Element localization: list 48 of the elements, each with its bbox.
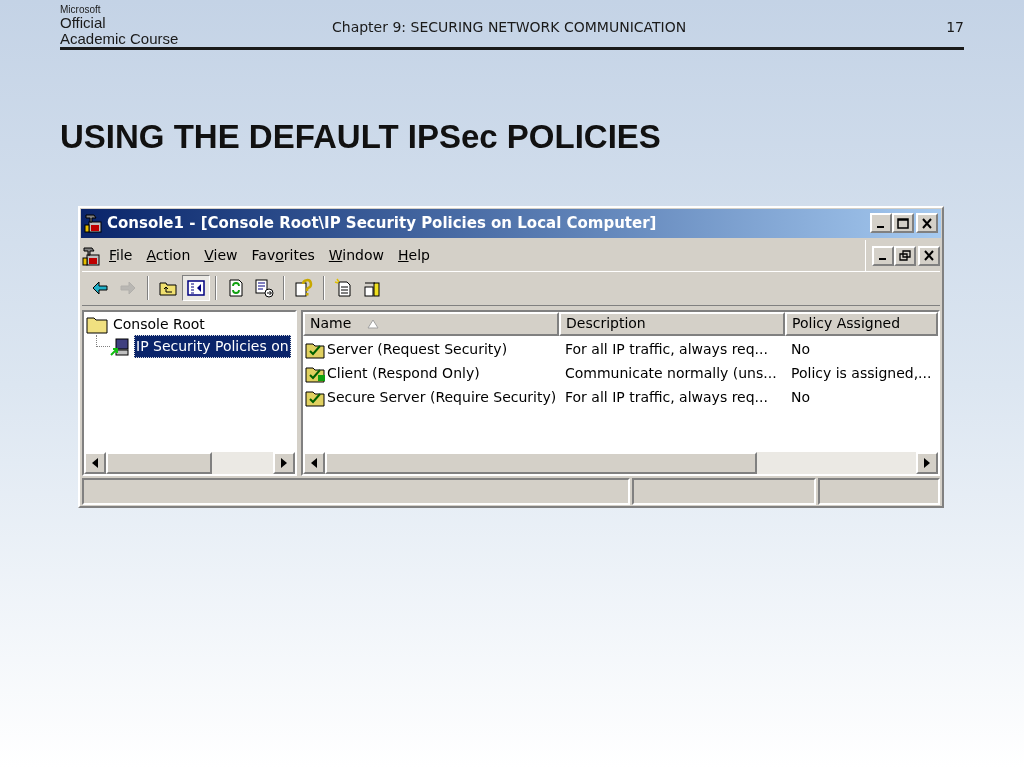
- course-logo: Microsoft Official Academic Course: [60, 5, 180, 47]
- horizontal-scrollbar[interactable]: [303, 451, 938, 474]
- scroll-right-icon: [924, 457, 930, 468]
- restore-icon: [899, 250, 911, 261]
- table-cell-text: For all IP traffic, always req...: [564, 340, 769, 359]
- sort-arrow-icon: [367, 318, 380, 329]
- restore-button[interactable]: [894, 245, 916, 266]
- scroll-left-icon: [311, 457, 317, 468]
- tree-item[interactable]: IP Security Policies on: [134, 335, 291, 358]
- close-button[interactable]: [916, 213, 938, 234]
- computer-icon: [110, 336, 132, 357]
- menu-item[interactable]: Action: [141, 245, 196, 266]
- tree-item[interactable]: Console Root: [112, 314, 206, 335]
- table-cell-text: Policy is assigned,...: [790, 364, 932, 383]
- table-cell-text: Server (Request Security): [327, 340, 508, 359]
- minimize-button[interactable]: [870, 213, 892, 234]
- table-cell-text: Client (Respond Only): [327, 364, 480, 383]
- minimize-icon: [878, 258, 886, 260]
- menu-item[interactable]: Window: [323, 245, 390, 266]
- table-cell-text: For all IP traffic, always req...: [564, 388, 769, 407]
- column-header[interactable]: Description: [559, 311, 785, 336]
- menu-item[interactable]: Help: [393, 245, 435, 266]
- close-icon: [923, 250, 935, 261]
- maximize-button[interactable]: [892, 213, 914, 234]
- toolbox-icon: [82, 245, 102, 266]
- toolbox-icon: [84, 213, 104, 234]
- maximize-icon: [897, 217, 909, 229]
- minimize-icon: [876, 225, 884, 228]
- scroll-right-icon: [281, 457, 287, 468]
- folder-icon: [86, 315, 108, 334]
- chapter-heading: Chapter 9: SECURING NETWORK COMMUNICATION: [332, 18, 687, 37]
- page-number: 17: [946, 18, 964, 37]
- table-cell-text: Communicate normally (uns...: [564, 364, 778, 383]
- column-header[interactable]: Policy Assigned: [785, 311, 938, 336]
- menu-item[interactable]: View: [199, 245, 243, 266]
- table-cell-text: Secure Server (Require Security): [327, 388, 557, 407]
- scroll-left-icon: [92, 457, 98, 468]
- table-cell-text: No: [790, 340, 811, 359]
- window-title: Console1 - [Console Root\IP Security Policies on Local Computer]: [107, 213, 657, 235]
- close-icon: [921, 217, 933, 229]
- horizontal-scrollbar[interactable]: [84, 451, 295, 474]
- slide-title: USING THE DEFAULT IPSec POLICIES: [60, 117, 662, 157]
- menu-item[interactable]: File: [104, 245, 138, 266]
- close-button[interactable]: [918, 245, 940, 266]
- table-cell-text: No: [790, 388, 811, 407]
- menu-item[interactable]: Favorites: [246, 245, 320, 266]
- minimize-button[interactable]: [872, 245, 894, 266]
- column-header[interactable]: Name: [303, 311, 559, 336]
